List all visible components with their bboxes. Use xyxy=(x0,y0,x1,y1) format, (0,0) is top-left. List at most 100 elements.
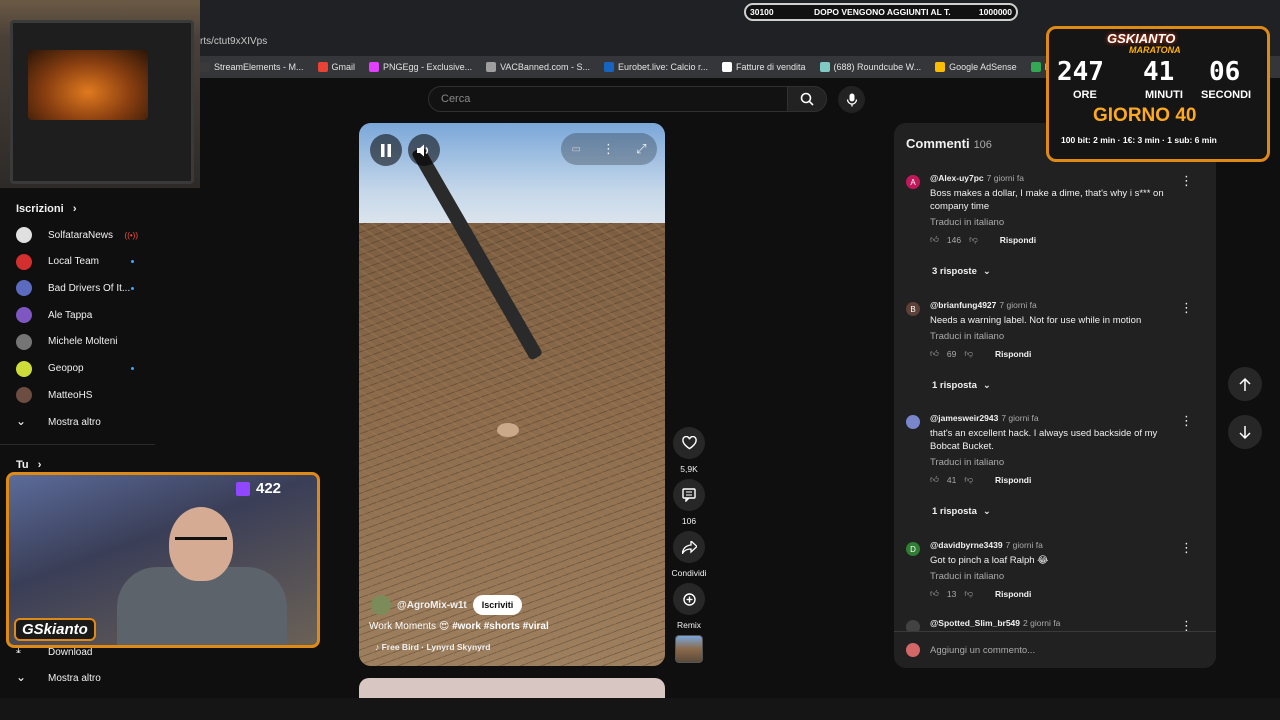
reply-button[interactable]: Rispondi xyxy=(995,475,1031,485)
channel-row: @AgroMix-w1t Iscriviti xyxy=(371,595,523,615)
translate-link[interactable]: Traduci in italiano xyxy=(930,331,1004,342)
add-comment-row[interactable]: Aggiungi un commento... xyxy=(894,631,1216,668)
sidebar-item-channel[interactable]: MatteoHS xyxy=(16,385,144,405)
translate-link[interactable]: Traduci in italiano xyxy=(930,217,1004,228)
previous-short-button[interactable] xyxy=(1228,367,1262,401)
comment-avatar[interactable]: B xyxy=(906,302,920,316)
show-more-button-2[interactable]: ⌄ Mostra altro xyxy=(16,668,144,688)
thumbs-down-icon[interactable]: 👎︎ xyxy=(969,234,978,245)
thumbs-up-icon[interactable]: 👍︎ xyxy=(930,474,939,485)
share-label: Condividi xyxy=(671,568,707,578)
comment-like-count: 41 xyxy=(946,474,957,485)
arrow-up-icon xyxy=(1239,377,1251,391)
translate-link[interactable]: Traduci in italiano xyxy=(930,457,1004,468)
bookmark-label: Fatture di vendita xyxy=(736,62,806,72)
add-comment-input[interactable]: Aggiungi un commento... xyxy=(930,645,1035,656)
bookmark-item[interactable]: Google AdSense xyxy=(935,62,1017,72)
remix-action[interactable]: Remix xyxy=(671,583,707,630)
bookmark-item[interactable]: (688) Roundcube W... xyxy=(819,62,921,72)
remix-icon xyxy=(673,583,705,615)
reply-button[interactable]: Rispondi xyxy=(995,589,1031,599)
comment-actions: 👍︎ 69 👎︎ Rispondi xyxy=(930,348,1031,359)
subscriptions-heading[interactable]: Iscrizioni › xyxy=(16,203,77,215)
comment-text: Needs a warning label. Not for use while… xyxy=(930,315,1142,326)
fullscreen-icon[interactable]: ⤢ xyxy=(636,141,646,157)
comment-author[interactable]: @Alex-uy7pc xyxy=(930,173,984,183)
captions-icon[interactable]: ▭ xyxy=(572,144,581,155)
timer-brand: GSKIANTO xyxy=(1107,31,1176,46)
goal-text: DOPO VENGONO AGGIUNTI AL T. xyxy=(814,7,951,17)
sidebar-item-channel[interactable]: Geopop xyxy=(16,359,144,379)
timer-minutes-label: MINUTI xyxy=(1145,89,1183,101)
comment-actions: 👍︎ 146 👎︎ Rispondi xyxy=(930,234,1036,245)
sidebar-item-label: Geopop xyxy=(48,363,84,374)
like-action[interactable]: 5,9K xyxy=(671,427,707,474)
new-content-dot xyxy=(131,286,134,290)
timer-day: GIORNO 40 xyxy=(1093,105,1197,126)
view-replies-button[interactable]: 1 risposta ⌄ xyxy=(932,506,991,517)
channel-avatar xyxy=(16,227,32,243)
next-short-button[interactable] xyxy=(1228,415,1262,449)
chevron-down-icon: ⌄ xyxy=(982,506,991,517)
translate-link[interactable]: Traduci in italiano xyxy=(930,571,1004,582)
thumbs-down-icon[interactable]: 👎︎ xyxy=(964,588,973,599)
bookmark-icon xyxy=(722,62,732,72)
pause-button[interactable] xyxy=(370,134,402,166)
bookmark-icon xyxy=(486,62,497,72)
bookmark-item[interactable]: Fatture di vendita xyxy=(722,62,806,72)
bookmark-item[interactable]: PNGEgg - Exclusive... xyxy=(369,62,472,72)
thumbs-down-icon[interactable]: 👎︎ xyxy=(964,348,973,359)
comment-author[interactable]: @brianfung4927 xyxy=(930,300,996,310)
more-options-icon[interactable]: ⋮ xyxy=(602,141,615,157)
sidebar-item-channel[interactable]: Bad Drivers Of It... xyxy=(16,278,144,298)
thumbs-up-icon[interactable]: 👍︎ xyxy=(930,588,939,599)
share-action[interactable]: Condividi xyxy=(671,531,707,578)
sidebar-item-channel[interactable]: SolfataraNews ((•)) xyxy=(16,225,144,245)
search-input[interactable]: Cerca xyxy=(428,86,788,112)
sidebar-item-channel[interactable]: Local Team xyxy=(16,252,144,272)
view-replies-button[interactable]: 3 risposte ⌄ xyxy=(932,266,991,277)
channel-avatar xyxy=(16,387,32,404)
thumbs-down-icon[interactable]: 👎︎ xyxy=(964,474,973,485)
subscribe-button[interactable]: Iscriviti xyxy=(472,595,523,615)
address-text[interactable]: rts/ctut9xXIVps xyxy=(200,36,267,47)
comments-action[interactable]: 106 xyxy=(671,479,707,526)
timer-subtitle: MARATONA xyxy=(1129,45,1181,55)
sidebar-item-channel[interactable]: Michele Molteni xyxy=(16,332,144,352)
volume-button[interactable] xyxy=(408,134,440,166)
bookmark-item[interactable]: Eurobet.live: Calcio r... xyxy=(603,62,708,72)
comment-author-row: @jamesweir2943 7 giorni fa xyxy=(930,413,1039,423)
timer-minutes: 41 xyxy=(1143,57,1175,87)
sound-thumbnail[interactable] xyxy=(675,635,703,663)
voice-search-button[interactable] xyxy=(838,86,865,113)
bookmark-icon xyxy=(819,62,830,72)
view-replies-button[interactable]: 1 risposta ⌄ xyxy=(932,380,991,391)
sidebar-item-channel[interactable]: Ale Tappa xyxy=(16,305,144,325)
comment-author[interactable]: @Spotted_Slim_br549 xyxy=(930,618,1020,628)
comment-author[interactable]: @jamesweir2943 xyxy=(930,413,998,423)
title-tags[interactable]: #work #shorts #viral xyxy=(452,621,549,632)
shorts-player[interactable]: ▭ ⋮ ⤢ @AgroMix-w1t Iscriviti Work Moment… xyxy=(359,123,665,666)
bookmark-item[interactable]: Gmail xyxy=(317,62,355,72)
search-button[interactable] xyxy=(787,86,827,112)
you-heading[interactable]: Tu › xyxy=(16,459,41,471)
comment-avatar[interactable]: D xyxy=(906,542,920,556)
show-more-button[interactable]: ⌄ Mostra altro xyxy=(16,412,144,432)
music-label[interactable]: ♪ Free Bird · Lynyrd Skynyrd xyxy=(375,642,490,652)
bookmark-item[interactable]: StreamElements - M... xyxy=(200,62,304,72)
bookmark-item[interactable]: VACBanned.com - S... xyxy=(486,62,590,72)
comment-actions: 👍︎ 13 👎︎ Rispondi xyxy=(930,588,1031,599)
comment-avatar[interactable]: A xyxy=(906,175,920,189)
comment-text: Boss makes a dollar, I make a dime, that… xyxy=(930,188,1164,212)
reply-button[interactable]: Rispondi xyxy=(1000,235,1036,245)
reply-button[interactable]: Rispondi xyxy=(995,349,1031,359)
comment-avatar[interactable] xyxy=(906,415,920,429)
streamer-glasses xyxy=(175,537,227,547)
thumbs-up-icon[interactable]: 👍︎ xyxy=(930,348,939,359)
channel-name[interactable]: @AgroMix-w1t xyxy=(397,600,467,611)
comment-author[interactable]: @davidbyrne3439 xyxy=(930,540,1003,550)
next-short-thumbnail[interactable] xyxy=(359,678,665,698)
channel-avatar[interactable] xyxy=(371,595,391,615)
bookmark-icon xyxy=(317,62,328,72)
thumbs-up-icon[interactable]: 👍︎ xyxy=(930,234,939,245)
